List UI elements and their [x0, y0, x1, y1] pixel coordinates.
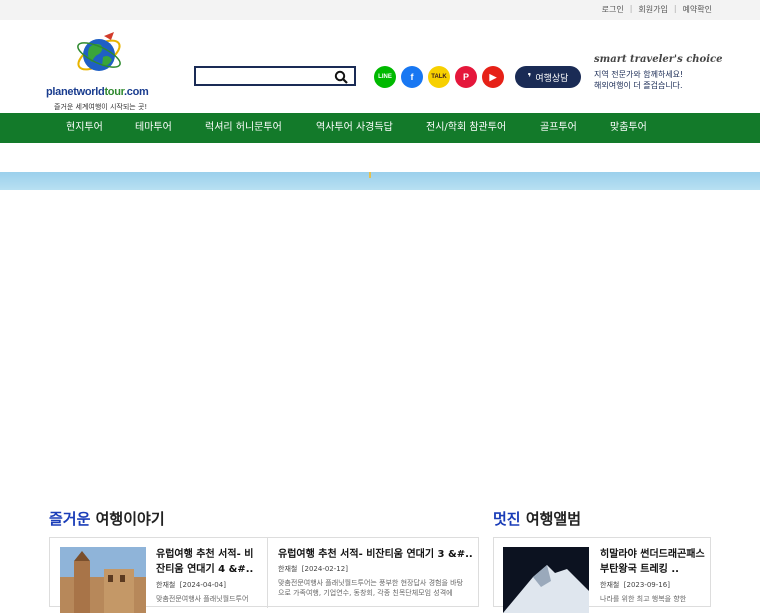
album-thumbnail[interactable] — [503, 547, 589, 613]
hero-banner[interactable] — [0, 172, 760, 190]
logo-tagline: 즐거운 세계여행이 시작되는 곳! — [54, 103, 148, 111]
main-nav: 현지투어 테마투어 럭셔리 허니문투어 역사투어 사경득답 전시/학회 참관투어… — [0, 113, 760, 143]
nav-item-golf-tour[interactable]: 골프투어 — [540, 113, 577, 143]
nav-item-history-tour[interactable]: 역사투어 사경득답 — [316, 113, 393, 143]
nav-item-luxury-honeymoon[interactable]: 럭셔리 허니문투어 — [205, 113, 282, 143]
story-meta: 한재철 [2024-02-12] — [278, 565, 348, 573]
stories-panel: 유럽여행 추천 서적- 비잔티움 연대기 4 &#.. 한재철 [2024-04… — [49, 537, 480, 613]
line-icon[interactable]: LINE — [374, 66, 396, 88]
site-header: planetworldtour.com 즐거운 세계여행이 시작되는 곳! LI… — [0, 20, 760, 113]
story-title[interactable]: 유럽여행 추천 서적- 비잔티움 연대기 4 &#.. — [156, 547, 262, 577]
slogan: smart traveler's choice 지역 전문가와 함께하세요! 해… — [594, 54, 724, 91]
kakaostory-icon[interactable]: P — [455, 66, 477, 88]
nav-item-local-tour[interactable]: 현지투어 — [66, 113, 103, 143]
slogan-script: smart traveler's choice — [594, 54, 723, 65]
story-excerpt: 맞춤전문여행사 플래닛월드투어 — [156, 595, 249, 603]
kakaotalk-icon[interactable]: TALK — [428, 66, 450, 88]
album-title[interactable]: 히말라야 썬더드래곤패스 부탄왕국 트레킹 .. — [600, 547, 706, 577]
globe-logo-icon — [77, 32, 121, 71]
search-box — [194, 66, 356, 88]
travel-consult-label: 여행상담 — [535, 73, 569, 84]
slogan-line-1: 지역 전문가와 함께하세요! — [594, 70, 684, 79]
story-title[interactable]: 유럽여행 추천 서적- 비잔티움 연대기 3 &#.. — [278, 547, 474, 562]
search-icon[interactable] — [334, 70, 348, 84]
separator: | — [629, 4, 633, 13]
signup-link[interactable]: 회원가입 — [638, 4, 667, 15]
travel-consult-button[interactable]: ❜ 여행상담 — [515, 66, 581, 88]
slogan-line: 지역 전문가와 함께하세요! 해외여행이 더 즐겁습니다. — [594, 69, 724, 91]
site-logo[interactable]: planetworldtour.com 즐거운 세계여행이 시작되는 곳! — [46, 26, 158, 111]
story-card[interactable]: 유럽여행 추천 서적- 비잔티움 연대기 3 &#.. 한재철 [2024-02… — [268, 538, 480, 608]
album-card[interactable]: 히말라야 썬더드래곤패스 부탄왕국 트레킹 .. 한재철 [2023-09-16… — [494, 538, 712, 613]
album-section-title: 멋진 여행앨범 — [493, 510, 582, 528]
story-thumbnail[interactable] — [60, 547, 146, 613]
hero-area — [0, 190, 760, 499]
reservation-check-link[interactable]: 예약확인 — [683, 4, 712, 15]
brand-name: planetworldtour.com — [46, 86, 149, 98]
album-excerpt: 나라를 위한 최고 행복을 향한 — [600, 595, 687, 603]
top-utility-bar: 로그인 | 회원가입 | 예약확인 — [0, 0, 760, 20]
banner-decoration — [369, 172, 371, 178]
nav-item-theme-tour[interactable]: 테마투어 — [135, 113, 172, 143]
stories-section-title: 즐거운 여행이야기 — [49, 510, 165, 528]
album-panel: 히말라야 썬더드래곤패스 부탄왕국 트레킹 .. 한재철 [2023-09-16… — [493, 537, 712, 613]
slogan-line-2: 해외여행이 더 즐겁습니다. — [594, 81, 683, 90]
social-links: LINE f TALK P ▶ — [374, 66, 504, 88]
story-card[interactable]: 유럽여행 추천 서적- 비잔티움 연대기 4 &#.. 한재철 [2024-04… — [50, 538, 268, 613]
story-excerpt: 맞춤전문여행사 플래닛월드투어는 풍부한 현장답사 경험을 바탕으로 가족여행,… — [278, 579, 464, 597]
facebook-icon[interactable]: f — [401, 66, 423, 88]
separator: | — [673, 4, 677, 13]
nav-item-exhibition-tour[interactable]: 전시/학회 참관투어 — [426, 113, 506, 143]
story-meta: 한재철 [2024-04-04] — [156, 581, 226, 589]
search-input[interactable] — [200, 72, 330, 88]
account-links: 로그인 | 회원가입 | 예약확인 — [602, 4, 712, 15]
nav-item-custom-tour[interactable]: 맞춤투어 — [610, 113, 647, 143]
login-link[interactable]: 로그인 — [602, 4, 624, 15]
youtube-icon[interactable]: ▶ — [482, 66, 504, 88]
album-meta: 한재철 [2023-09-16] — [600, 581, 670, 589]
quote-icon: ❜ — [527, 70, 532, 84]
